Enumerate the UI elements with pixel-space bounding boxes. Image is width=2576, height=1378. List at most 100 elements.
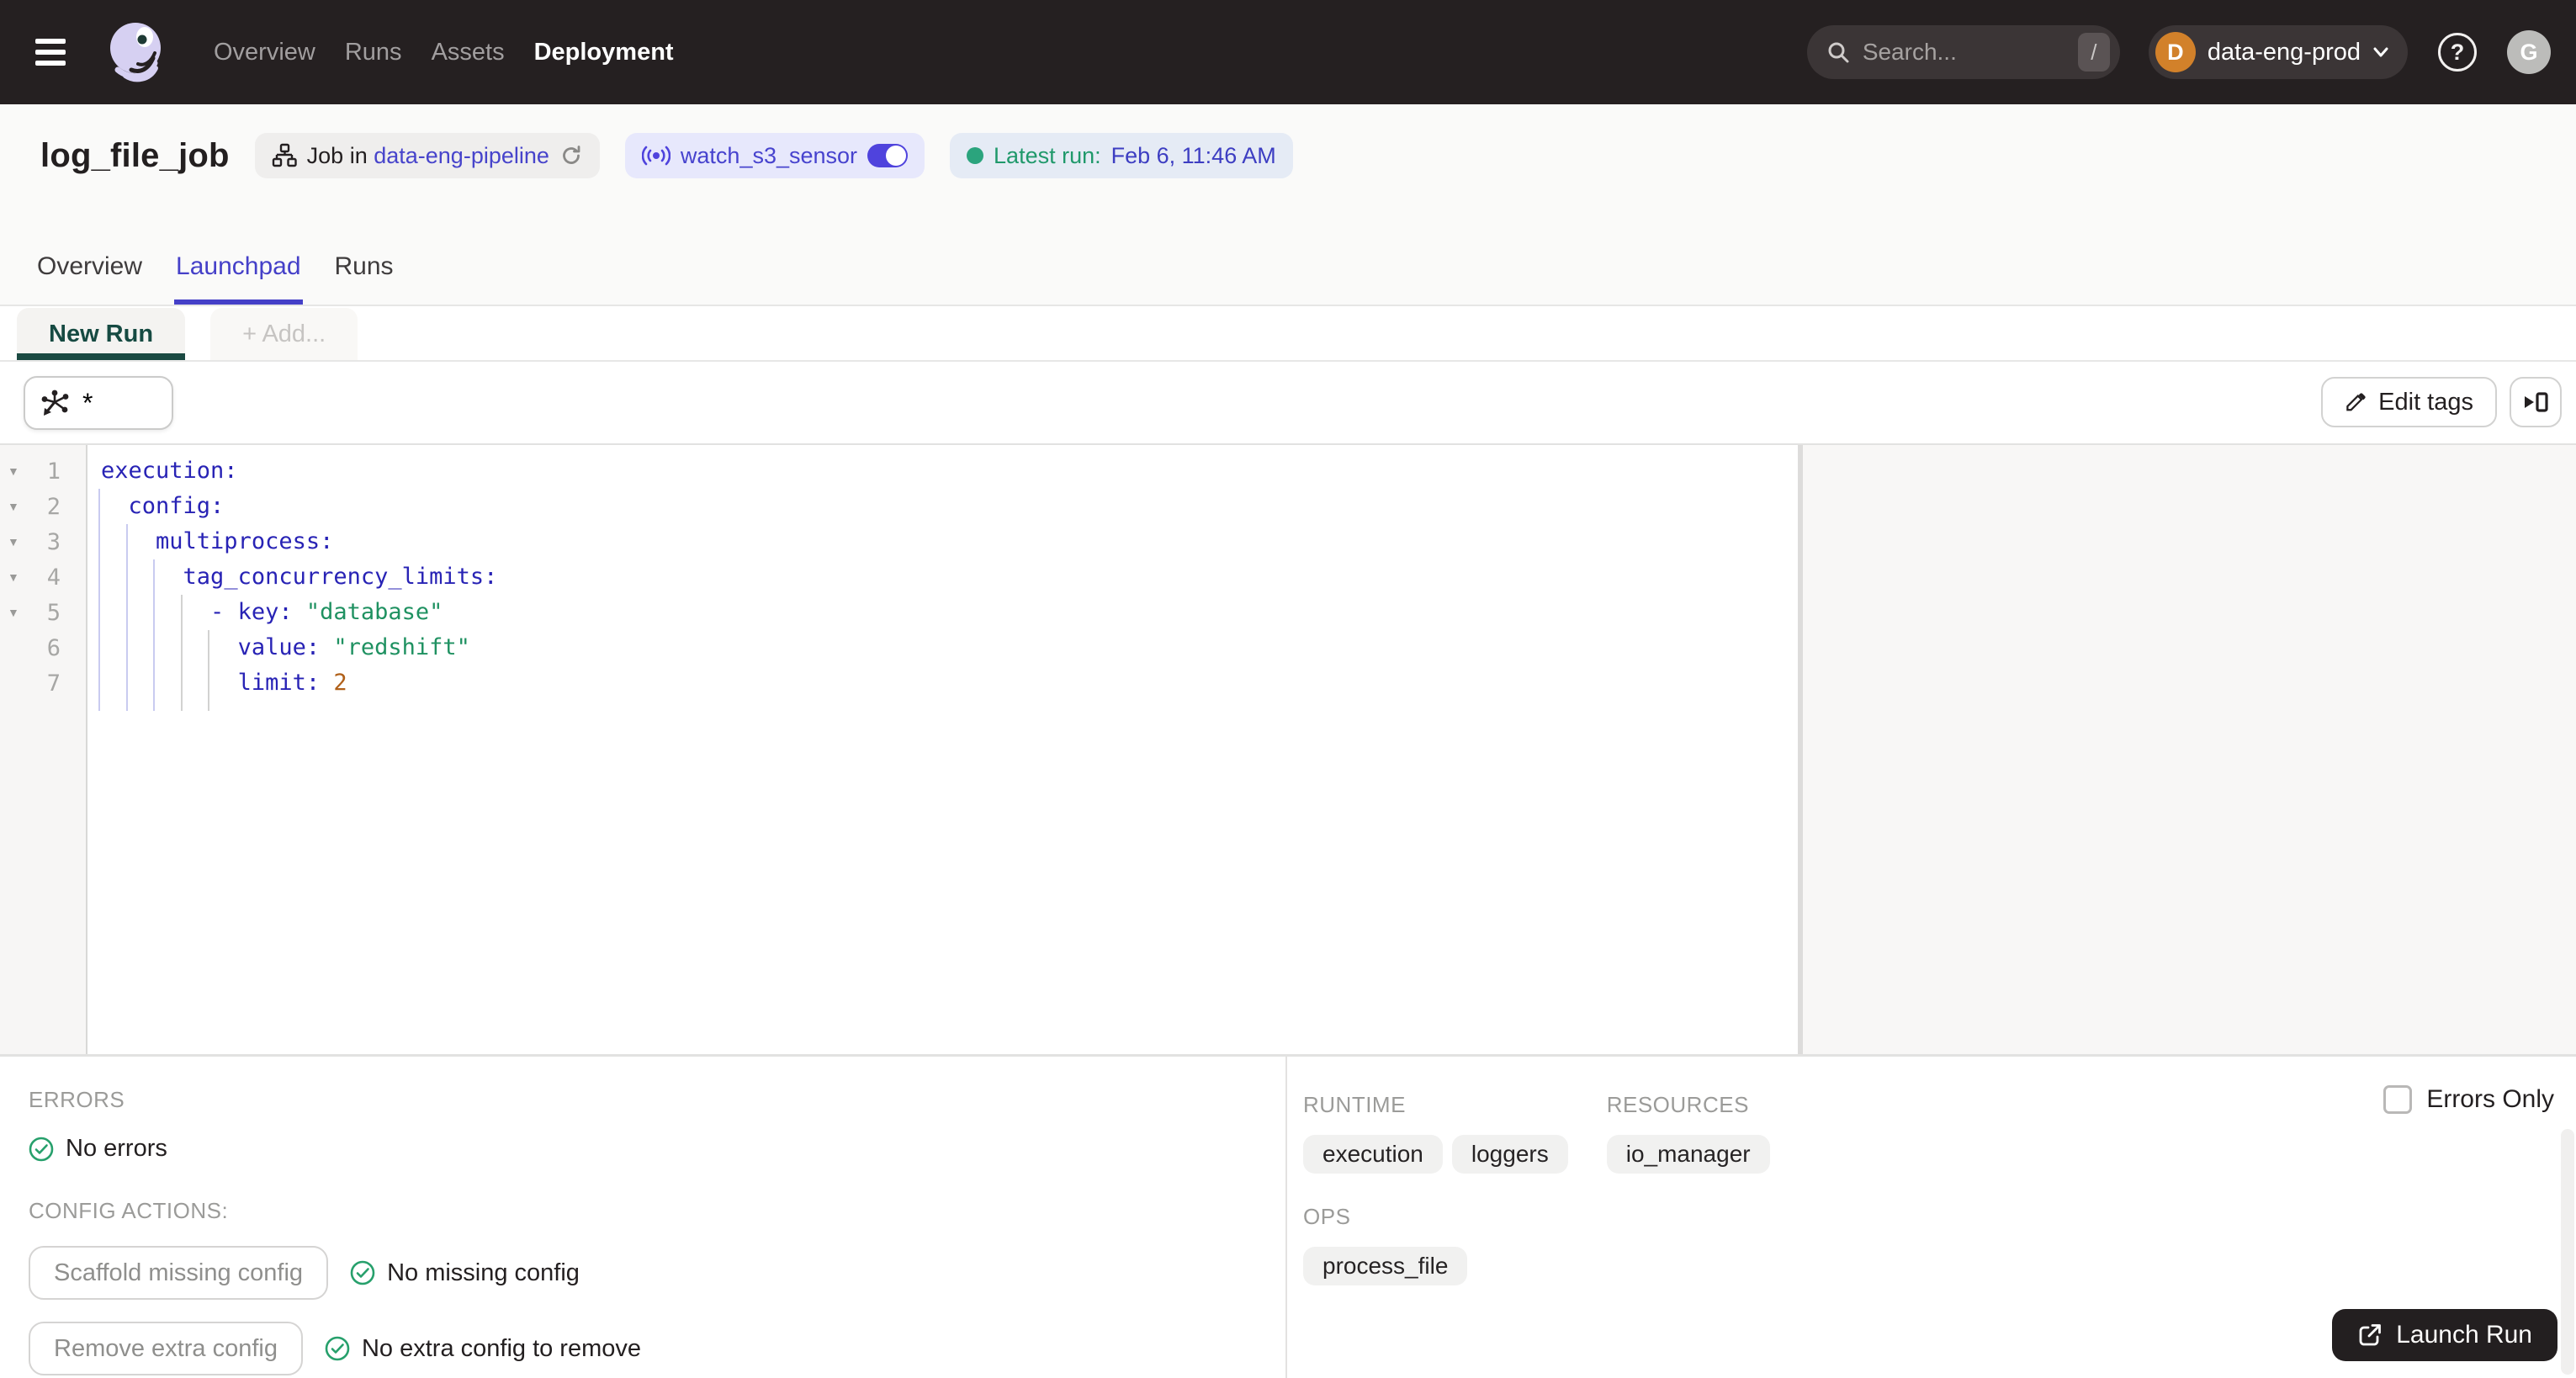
check-circle-icon (350, 1260, 375, 1285)
bottom-panel: ERRORS No errors CONFIG ACTIONS: Scaffol… (0, 1054, 2576, 1378)
config-tab-new-run[interactable]: New Run (17, 308, 186, 360)
top-nav-bar: Overview Runs Assets Deployment / D data-en… (0, 0, 2576, 104)
job-tabs: Overview Launchpad Runs (35, 252, 395, 305)
section-runtime: RUNTIME execution loggers (1303, 1092, 1568, 1174)
code-line: tag_concurrency_limits: (183, 564, 498, 590)
nav-item-overview[interactable]: Overview (214, 39, 315, 66)
toggle-right-panel-button[interactable] (2510, 377, 2562, 427)
gutter-row: 7 (0, 665, 86, 701)
deployment-name: data-eng-prod (2207, 38, 2361, 66)
search-box[interactable]: / (1806, 25, 2120, 79)
deployment-switcher[interactable]: D data-eng-prod (2148, 25, 2408, 79)
fold-arrow-icon[interactable]: ▼ (0, 536, 30, 548)
latest-run-label: Latest run: (994, 142, 1101, 168)
job-location-text: Job in data-eng-pipeline (306, 142, 549, 168)
indent-guide (125, 524, 128, 711)
deployment-initial-badge: D (2155, 32, 2196, 72)
tag-process-file[interactable]: process_file (1303, 1247, 1468, 1285)
page-title: log_file_job (40, 136, 230, 174)
job-header: log_file_job Job in data-eng-pipeline wa… (0, 104, 2576, 306)
errors-only-control: Errors Only (2383, 1085, 2554, 1114)
scaffold-missing-config-button[interactable]: Scaffold missing config (29, 1246, 329, 1300)
op-selector-value: * (82, 387, 93, 418)
code-line: multiprocess: (156, 528, 334, 554)
config-action-row: Remove extra config No extra config to re… (29, 1322, 1285, 1375)
action-status: No missing config (350, 1259, 580, 1287)
op-selector-button[interactable]: * (24, 376, 173, 430)
play-panel-icon (2525, 392, 2548, 412)
tab-overview[interactable]: Overview (35, 252, 144, 305)
editor-gutter: ▼ 1 ▼ 2 ▼ 3 ▼ 4 ▼ 5 6 7 (0, 445, 87, 1054)
tab-launchpad[interactable]: Launchpad (174, 252, 303, 305)
code-line: - key: "database" (210, 599, 443, 625)
tag-list: io_manager (1606, 1135, 1770, 1174)
job-graph-icon (272, 143, 297, 167)
gutter-row: ▼ 5 (0, 595, 86, 630)
edit-tags-button[interactable]: Edit tags (2321, 377, 2497, 427)
pipeline-link[interactable]: data-eng-pipeline (374, 143, 549, 168)
launchpad-toolbar: * Edit tags (0, 360, 2576, 445)
tab-runs[interactable]: Runs (333, 252, 395, 305)
line-number: 6 (46, 634, 61, 661)
tag-io-manager[interactable]: io_manager (1606, 1135, 1770, 1174)
chevron-down-icon (2373, 47, 2388, 57)
indent-guide (208, 630, 209, 711)
tag-loggers[interactable]: loggers (1451, 1135, 1568, 1174)
fold-arrow-icon[interactable]: ▼ (0, 607, 30, 618)
fold-arrow-icon[interactable]: ▼ (0, 465, 30, 477)
line-number: 5 (46, 599, 61, 626)
line-number: 3 (46, 528, 61, 555)
reload-icon[interactable] (559, 144, 583, 167)
preview-row-2: OPS process_file (1303, 1204, 2576, 1285)
fold-arrow-icon[interactable]: ▼ (0, 571, 30, 583)
title-row: log_file_job Job in data-eng-pipeline wa… (40, 133, 1293, 178)
latest-run-pill: Latest run: Feb 6, 11:46 AM (950, 133, 1293, 178)
user-avatar[interactable]: G (2507, 30, 2551, 74)
resources-label: RESOURCES (1606, 1092, 1749, 1117)
hamburger-menu-icon[interactable] (35, 29, 82, 76)
ops-label: OPS (1303, 1204, 1351, 1229)
gutter-row: ▼ 1 (0, 453, 86, 489)
remove-extra-config-button[interactable]: Remove extra config (29, 1322, 303, 1375)
action-status-text: No extra config to remove (361, 1334, 642, 1362)
fold-arrow-icon[interactable]: ▼ (0, 501, 30, 512)
search-input[interactable] (1862, 39, 2078, 66)
nav-right-cluster: / D data-eng-prod ? G (1806, 25, 2552, 79)
search-icon (1828, 42, 1849, 63)
help-icon[interactable]: ? (2438, 33, 2477, 72)
indent-guide (98, 489, 100, 711)
config-action-row: Scaffold missing config No missing config (29, 1246, 1285, 1300)
code-line: value: "redshift" (237, 634, 470, 660)
sensor-toggle[interactable] (867, 144, 909, 167)
errors-only-label: Errors Only (2426, 1085, 2554, 1113)
nav-links: Overview Runs Assets Deployment (214, 39, 674, 66)
nav-item-runs[interactable]: Runs (345, 39, 402, 66)
launch-run-button[interactable]: Launch Run (2332, 1309, 2557, 1361)
line-number: 2 (46, 493, 61, 520)
code-line: execution: (101, 458, 238, 484)
config-tab-add[interactable]: + Add... (210, 308, 358, 360)
check-circle-icon (325, 1336, 350, 1361)
line-number: 7 (46, 670, 61, 697)
config-editor: ▼ 1 ▼ 2 ▼ 3 ▼ 4 ▼ 5 6 7 execution: config: multipro… (0, 445, 2576, 1054)
nav-item-assets[interactable]: Assets (432, 39, 505, 66)
errors-only-checkbox[interactable] (2383, 1085, 2413, 1114)
tag-execution[interactable]: execution (1303, 1135, 1443, 1174)
launch-icon (2359, 1324, 2382, 1346)
panel-scrollbar[interactable] (2557, 1057, 2576, 1378)
nav-item-deployment[interactable]: Deployment (534, 39, 674, 66)
check-circle-icon (29, 1137, 54, 1161)
sensor-link[interactable]: watch_s3_sensor (681, 143, 857, 169)
pencil-icon (2346, 392, 2366, 411)
op-selector-icon (41, 390, 69, 416)
config-action-rows: Scaffold missing config No missing config… (29, 1246, 1285, 1375)
yaml-code-area[interactable]: execution: config: multiprocess: tag_con… (89, 445, 1798, 1054)
sensor-pill: watch_s3_sensor (624, 133, 925, 178)
errors-section-label: ERRORS (29, 1087, 125, 1112)
code-line: limit: 2 (237, 670, 347, 696)
dagster-logo-icon[interactable] (104, 18, 168, 87)
search-shortcut-badge: / (2077, 33, 2110, 72)
launch-run-label: Launch Run (2396, 1321, 2532, 1349)
section-ops: OPS process_file (1303, 1204, 1468, 1285)
latest-run-time-link[interactable]: Feb 6, 11:46 AM (1111, 143, 1276, 169)
